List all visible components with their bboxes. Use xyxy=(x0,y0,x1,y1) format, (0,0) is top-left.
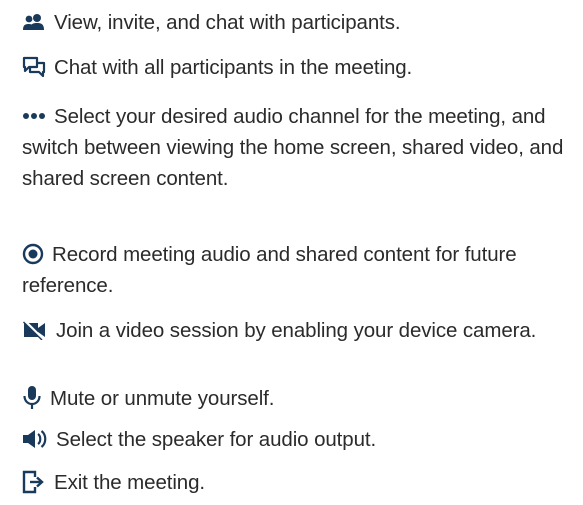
legend-item-more-options: Select your desired audio channel for th… xyxy=(22,101,572,194)
meeting-controls-legend: View, invite, and chat with participants… xyxy=(0,0,583,505)
legend-item-record: Record meeting audio and shared content … xyxy=(22,239,572,301)
legend-item-text: Mute or unmute yourself. xyxy=(50,387,275,410)
legend-item-chat: Chat with all participants in the meetin… xyxy=(22,52,572,83)
legend-item-text: View, invite, and chat with participants… xyxy=(54,11,401,34)
legend-item-text: Exit the meeting. xyxy=(54,471,205,494)
chat-icon xyxy=(22,56,46,78)
more-options-icon xyxy=(22,111,46,121)
video-off-icon xyxy=(22,319,48,340)
legend-item-exit: Exit the meeting. xyxy=(22,467,572,498)
legend-item-text: Select the speaker for audio output. xyxy=(56,428,377,451)
legend-item-speaker: Select the speaker for audio output. xyxy=(22,424,572,455)
legend-item-text: Join a video session by enabling your de… xyxy=(56,319,537,342)
record-icon xyxy=(22,243,44,265)
legend-item-microphone: Mute or unmute yourself. xyxy=(22,383,572,414)
microphone-icon xyxy=(22,385,42,411)
exit-icon xyxy=(22,470,46,494)
legend-item-text: Chat with all participants in the meetin… xyxy=(54,56,413,79)
legend-item-video: Join a video session by enabling your de… xyxy=(22,315,572,346)
legend-item-text: Record meeting audio and shared content … xyxy=(22,243,517,297)
legend-item-text: Select your desired audio channel for th… xyxy=(22,105,564,190)
legend-item-participants: View, invite, and chat with participants… xyxy=(22,7,572,38)
speaker-icon xyxy=(22,429,48,449)
participants-icon xyxy=(22,13,46,31)
